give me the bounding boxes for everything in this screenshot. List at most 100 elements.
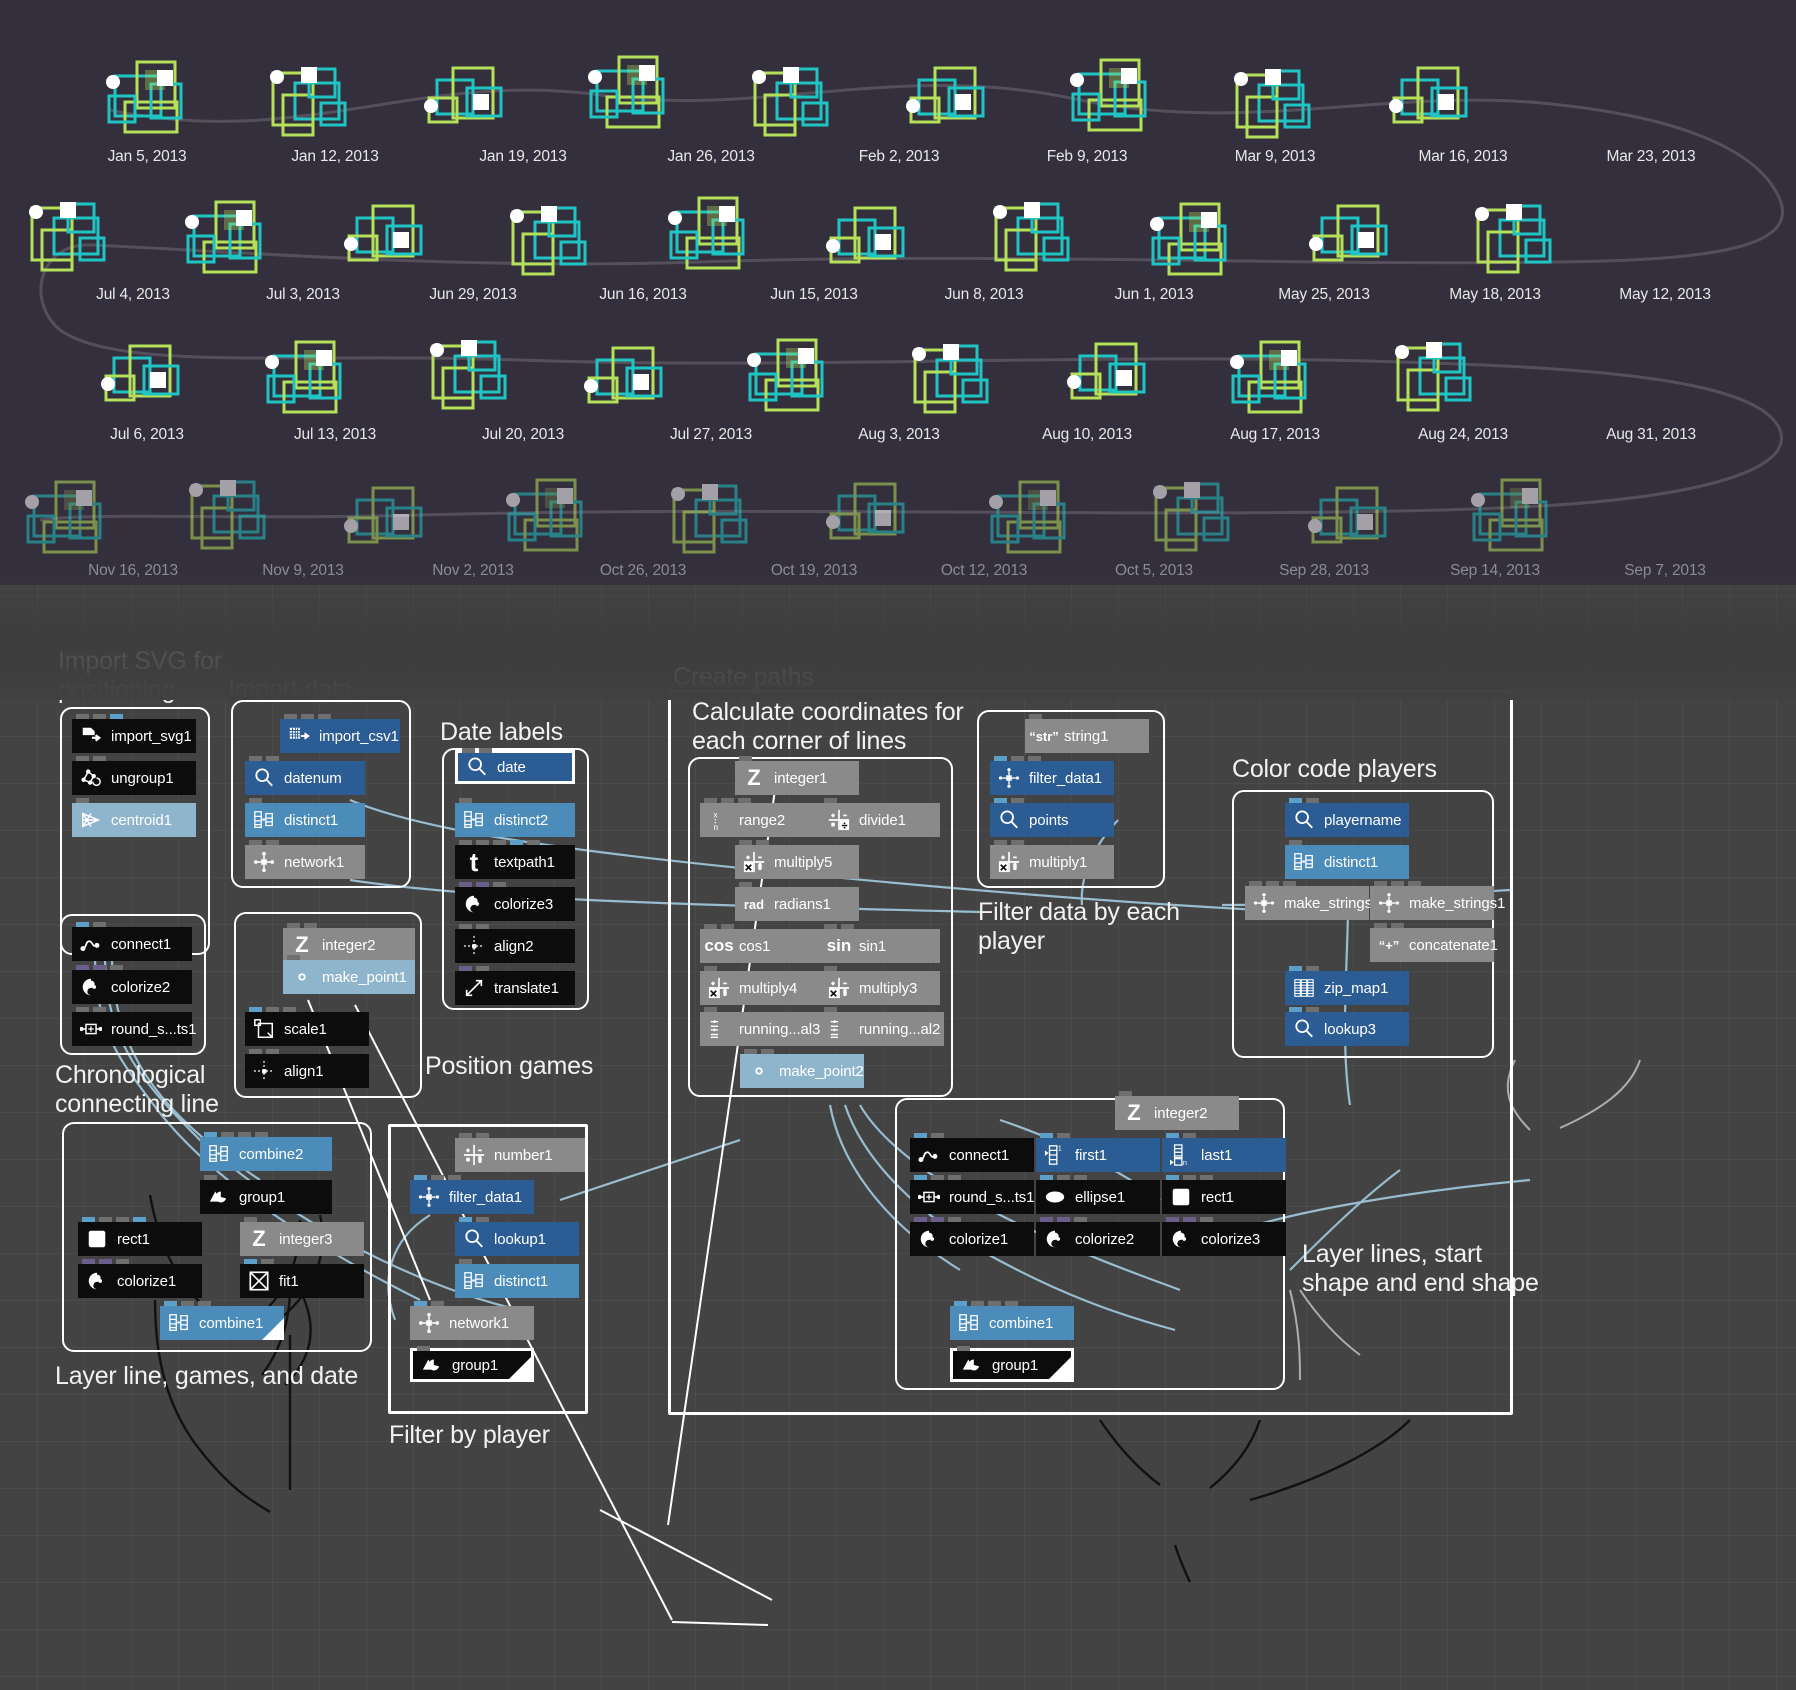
node-label: points xyxy=(1029,811,1069,829)
cos-icon: cos xyxy=(704,936,734,955)
node-label: colorize3 xyxy=(1201,1230,1261,1248)
node-rect1[interactable]: rect1 xyxy=(78,1217,202,1256)
node-import-svg1[interactable]: import_svg1 xyxy=(72,714,196,753)
node-multiply5[interactable]: multiply5 xyxy=(735,840,859,879)
node-ungroup1[interactable]: ungroup1 xyxy=(72,756,196,795)
combine-icon xyxy=(956,1310,982,1336)
timeline-date-label: Oct 19, 2013 xyxy=(770,562,858,579)
node-filter-data1[interactable]: filter_data1 xyxy=(410,1175,534,1214)
node-points[interactable]: points xyxy=(990,798,1114,837)
node-last1[interactable]: n last1 xyxy=(1162,1133,1286,1172)
node-combine1[interactable]: combine1 xyxy=(160,1301,284,1340)
node-running---al2[interactable]: running...al2 xyxy=(820,1007,944,1046)
node-group1[interactable]: group1 xyxy=(950,1346,1074,1382)
node-radians1[interactable]: rad radians1 xyxy=(735,882,859,921)
node-label: ellipse1 xyxy=(1075,1188,1126,1206)
node-integer2[interactable]: Zinteger2 xyxy=(1115,1091,1239,1130)
node-fit1[interactable]: fit1 xyxy=(240,1259,364,1298)
node-label: filter_data1 xyxy=(1029,769,1103,787)
node-multiply1[interactable]: multiply1 xyxy=(990,840,1114,879)
node-connect1[interactable]: connect1 xyxy=(910,1133,1034,1172)
node-network1[interactable]: network1 xyxy=(245,840,365,879)
node-textpath1[interactable]: t textpath1 xyxy=(455,840,575,879)
node-integer1[interactable]: Zinteger1 xyxy=(735,756,859,795)
node-cos1[interactable]: cos cos1 xyxy=(700,924,820,963)
node-align1[interactable]: align1 xyxy=(245,1049,369,1088)
node-combine1[interactable]: combine1 xyxy=(950,1301,1074,1340)
node-playername[interactable]: playername xyxy=(1285,798,1409,837)
math-multiply-icon xyxy=(706,975,732,1001)
node-round-s---ts1[interactable]: round_s...ts1 xyxy=(72,1007,197,1046)
magnifier-icon xyxy=(1291,1016,1317,1042)
node-make-strings2[interactable]: make_strings2 xyxy=(1245,881,1380,920)
node-make-point1[interactable]: make_point1 xyxy=(283,955,415,994)
node-zip-map1[interactable]: zip_map1 xyxy=(1285,966,1409,1005)
node-concatenate1[interactable]: “+” concatenate1 xyxy=(1370,923,1498,962)
node-integer2[interactable]: Zinteger2 xyxy=(283,923,415,962)
timeline-date-label: Nov 2, 2013 xyxy=(432,562,514,579)
node-centroid1[interactable]: centroid1 xyxy=(72,798,196,837)
node-group1[interactable]: group1 xyxy=(410,1346,534,1382)
node-date[interactable]: date xyxy=(455,748,575,784)
node-multiply4[interactable]: multiply4 xyxy=(700,966,820,1005)
node-label: round_s...ts1 xyxy=(949,1188,1035,1206)
node-lookup1[interactable]: lookup1 xyxy=(455,1217,579,1256)
node-connector-pips xyxy=(414,1175,461,1180)
round-icon xyxy=(78,1016,104,1042)
node-align2[interactable]: align2 xyxy=(455,924,575,963)
timeline-row-3 xyxy=(99,338,1472,414)
node-combine2[interactable]: combine2 xyxy=(200,1132,332,1171)
node-first1[interactable]: 1 first1 xyxy=(1036,1133,1160,1172)
node-round-s---ts1[interactable]: round_s...ts1 xyxy=(910,1175,1035,1214)
node-colorize2[interactable]: colorize2 xyxy=(1036,1217,1160,1256)
node-make-point2[interactable]: make_point2 xyxy=(740,1049,864,1088)
node-import-csv1[interactable]: import_csv1 xyxy=(280,714,400,753)
node-string1[interactable]: “str” string1 xyxy=(1025,714,1149,753)
zipmap-icon xyxy=(1291,975,1317,1001)
timeline-date-label: Aug 10, 2013 xyxy=(1042,426,1132,443)
node-connector-pips xyxy=(1249,881,1296,886)
node-scale1[interactable]: scale1 xyxy=(245,1007,369,1046)
sin-icon: sin xyxy=(826,936,852,955)
node-colorize3[interactable]: colorize3 xyxy=(455,882,575,921)
node-integer3[interactable]: Zinteger3 xyxy=(240,1217,364,1256)
node-label: connect1 xyxy=(949,1146,1010,1164)
node-group1[interactable]: group1 xyxy=(200,1175,332,1214)
node-rect1[interactable]: rect1 xyxy=(1162,1175,1286,1214)
node-distinct1[interactable]: distinct1 xyxy=(245,798,365,837)
node-ellipse1[interactable]: ellipse1 xyxy=(1036,1175,1160,1214)
node-translate1[interactable]: translate1 xyxy=(455,966,575,1005)
colorize-icon xyxy=(84,1268,110,1294)
node-connector-pips xyxy=(1040,1217,1087,1222)
node-running---al3[interactable]: running...al3 xyxy=(700,1007,824,1046)
node-divide1[interactable]: divide1 xyxy=(820,798,940,837)
node-label: rect1 xyxy=(117,1230,150,1248)
node-filter-data1[interactable]: filter_data1 xyxy=(990,756,1114,795)
node-distinct1[interactable]: distinct1 xyxy=(455,1259,579,1298)
node-make-strings1[interactable]: make_strings1 xyxy=(1370,881,1505,920)
distinct-icon xyxy=(251,807,277,833)
node-colorize2[interactable]: colorize2 xyxy=(72,965,192,1004)
node-colorize3[interactable]: colorize3 xyxy=(1162,1217,1286,1256)
node-label: running...al2 xyxy=(859,1020,941,1038)
fit-icon xyxy=(246,1268,272,1294)
node-sin1[interactable]: sin sin1 xyxy=(820,924,940,963)
node-label: make_point2 xyxy=(779,1062,864,1080)
node-connector-pips xyxy=(249,756,279,761)
node-datenum[interactable]: datenum xyxy=(245,756,365,795)
node-connector-pips xyxy=(1289,966,1319,971)
node-connect1[interactable]: connect1 xyxy=(72,922,192,961)
node-connector-pips xyxy=(704,798,751,803)
node-multiply3[interactable]: multiply3 xyxy=(820,966,940,1005)
node-connector-pips xyxy=(414,1301,444,1306)
node-colorize1[interactable]: colorize1 xyxy=(910,1217,1034,1256)
node-colorize1[interactable]: colorize1 xyxy=(78,1259,202,1298)
node-network1[interactable]: network1 xyxy=(410,1301,534,1340)
node-distinct1[interactable]: distinct1 xyxy=(1285,840,1409,879)
running-total-icon xyxy=(826,1016,852,1042)
node-range2[interactable]: x n range2 xyxy=(700,798,820,837)
node-label: colorize1 xyxy=(949,1230,1009,1248)
node-lookup3[interactable]: lookup3 xyxy=(1285,1007,1409,1046)
node-number1[interactable]: number1 xyxy=(455,1133,585,1172)
node-distinct2[interactable]: distinct2 xyxy=(455,798,575,837)
